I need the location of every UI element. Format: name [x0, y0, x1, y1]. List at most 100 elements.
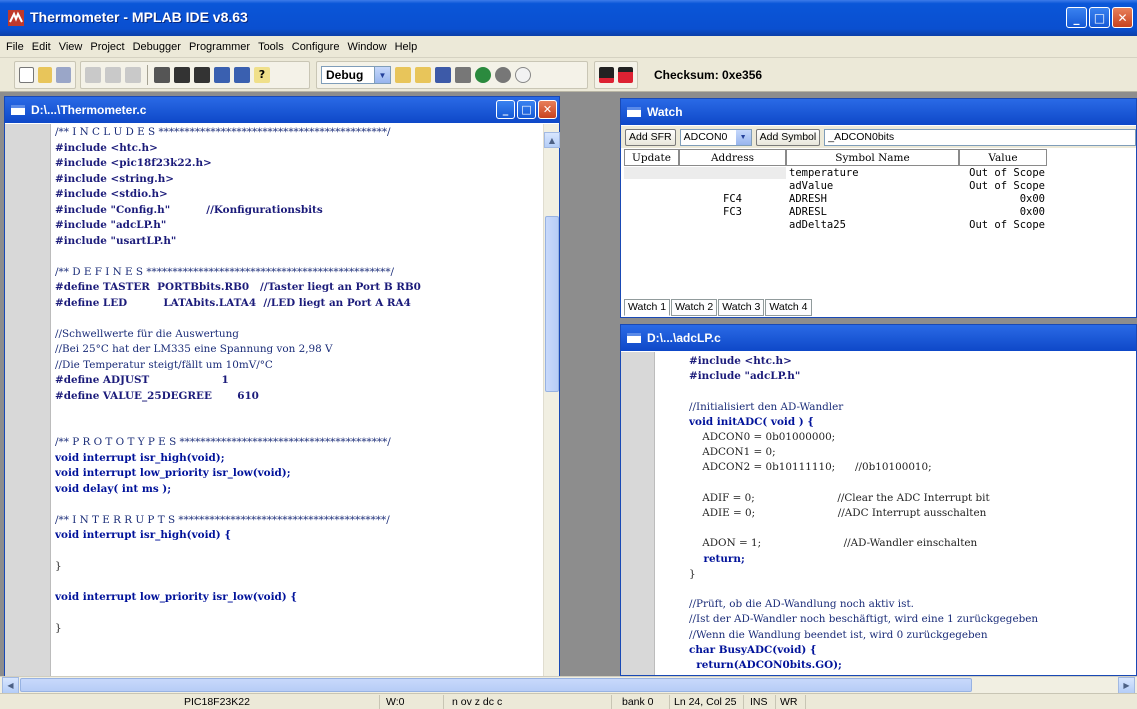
open-folder-icon[interactable] — [37, 67, 53, 83]
save-icon[interactable] — [56, 67, 71, 83]
paste-icon[interactable] — [125, 67, 141, 83]
document-window-icon — [11, 105, 25, 115]
column-header-symbol[interactable]: Symbol Name — [786, 149, 959, 166]
menu-programmer[interactable]: Programmer — [185, 39, 254, 55]
add-symbol-button[interactable]: Add Symbol — [755, 128, 821, 146]
editor-titlebar: D:\...\Thermometer.c _ □ ✕ — [5, 97, 559, 123]
make-icon[interactable] — [475, 67, 491, 83]
add-sfr-button[interactable]: Add SFR — [625, 128, 676, 146]
code-line: #include <htc.h> — [689, 355, 792, 367]
app-titlebar: Thermometer - MPLAB IDE v8.63 _ □ ✕ — [0, 0, 1137, 36]
find-icon[interactable] — [174, 67, 190, 83]
code-line: return(ADCON0bits.GO); — [689, 659, 842, 671]
code-line: /** D E F I N E S **********************… — [55, 265, 395, 278]
program-device-icon[interactable] — [599, 67, 614, 83]
help-icon[interactable]: ? — [254, 67, 270, 83]
code-line: //Die Temperatur steigt/fällt um 10mV/°C — [55, 358, 273, 371]
code-line: void interrupt isr_high(void) { — [55, 529, 231, 541]
scroll-up-arrow-icon[interactable]: ▲ — [544, 132, 560, 148]
code-line: //Ist der AD-Wandler noch beschäftigt, w… — [689, 613, 1039, 626]
horizontal-scrollbar[interactable]: ◀ ▶ — [0, 676, 1137, 694]
maximize-button[interactable]: □ — [1089, 7, 1110, 28]
menu-debugger[interactable]: Debugger — [129, 39, 185, 55]
menu-tools[interactable]: Tools — [254, 39, 288, 55]
new-file-icon[interactable] — [19, 67, 34, 83]
scroll-thumb[interactable] — [20, 678, 972, 692]
editor-window-controls: _ □ ✕ — [496, 100, 557, 119]
status-device: PIC18F23K22 — [0, 695, 380, 709]
open-project-icon[interactable] — [415, 67, 431, 83]
column-header-value[interactable]: Value — [959, 149, 1047, 166]
build-icon[interactable] — [455, 67, 471, 83]
mplab-logo-icon — [8, 10, 24, 26]
debug-toolbar-group — [594, 61, 638, 89]
code-line: #include <htc.h> — [55, 141, 158, 154]
document-window-icon — [627, 107, 641, 117]
code-line: void interrupt low_priority isr_low(void… — [55, 467, 291, 479]
tab-watch-4[interactable]: Watch 4 — [765, 299, 812, 316]
status-bar: PIC18F23K22 W:0 n ov z dc c bank 0 Ln 24… — [0, 693, 1137, 709]
scroll-right-arrow-icon[interactable]: ▶ — [1118, 677, 1135, 694]
menu-configure[interactable]: Configure — [288, 39, 344, 55]
code-line: } — [55, 622, 62, 634]
symbol-input[interactable]: _ADCON0bits — [824, 128, 1136, 146]
chevron-down-icon: ▼ — [374, 67, 390, 83]
close-button[interactable]: ✕ — [538, 100, 557, 119]
close-button[interactable]: ✕ — [1112, 7, 1133, 28]
tab-watch-2[interactable]: Watch 2 — [671, 299, 718, 316]
code-line: #define ADJUST 1 — [55, 374, 229, 386]
code-line: ADIF = 0; //Clear the ADC Interrupt bit — [689, 491, 990, 504]
find-in-files-icon[interactable] — [194, 67, 210, 83]
build-all-icon[interactable] — [495, 67, 511, 83]
sfr-select[interactable]: ADCON0 ▼ — [679, 128, 752, 146]
copy-icon[interactable] — [105, 67, 121, 83]
column-header-address[interactable]: Address — [679, 149, 786, 166]
code-line: #include "adcLP.h" — [689, 370, 801, 383]
watch-cell-address — [679, 180, 786, 193]
code-line: #include <stdio.h> — [55, 188, 168, 200]
scroll-thumb[interactable] — [545, 216, 559, 392]
read-device-icon[interactable] — [618, 67, 633, 83]
next-bookmark-icon[interactable] — [234, 67, 250, 83]
menu-window[interactable]: Window — [343, 39, 390, 55]
vertical-scrollbar[interactable]: ▲ — [543, 124, 560, 679]
status-flags: n ov z dc c — [444, 695, 612, 709]
print-icon[interactable] — [154, 67, 170, 83]
watch-titlebar: Watch — [621, 99, 1136, 125]
code-area[interactable]: #include <htc.h> #include "adcLP.h" //Init… — [689, 355, 1136, 675]
menu-file[interactable]: File — [2, 39, 28, 55]
code-line: #include "adcLP.h" — [55, 219, 167, 231]
code-line: //Prüft, ob die AD-Wandlung noch aktiv i… — [689, 598, 914, 611]
code-line: /** I N C L U D E S ********************… — [55, 126, 391, 138]
cut-icon[interactable] — [85, 67, 101, 83]
maximize-button[interactable]: □ — [517, 100, 536, 119]
tab-watch-3[interactable]: Watch 3 — [718, 299, 765, 316]
tab-watch-1[interactable]: Watch 1 — [624, 299, 671, 316]
code-line: ADIE = 0; //ADC Interrupt ausschalten — [689, 507, 987, 519]
code-line: #include <string.h> — [55, 172, 175, 185]
new-project-icon[interactable] — [395, 67, 411, 83]
build-config-select[interactable]: Debug ▼ — [321, 66, 391, 84]
editor-window-adclp: D:\...\adcLP.c #include <htc.h> #include … — [620, 324, 1137, 676]
code-area[interactable]: /** I N C L U D E S ********************… — [55, 126, 542, 679]
code-line: //Bei 25°C hat der LM335 eine Spannung v… — [55, 343, 333, 355]
info-icon[interactable] — [515, 67, 531, 83]
status-cursor-position: Ln 24, Col 25 — [670, 695, 744, 709]
code-line: /** I N T E R R U P T S ****************… — [55, 513, 390, 526]
editor-gutter[interactable] — [5, 124, 51, 679]
build-config-value: Debug — [326, 68, 364, 82]
minimize-button[interactable]: _ — [1066, 7, 1087, 28]
save-project-icon[interactable] — [435, 67, 451, 83]
code-line: /** P R O T O T Y P E S ****************… — [55, 436, 391, 448]
menu-project[interactable]: Project — [86, 39, 128, 55]
minimize-button[interactable]: _ — [496, 100, 515, 119]
scroll-left-arrow-icon[interactable]: ◀ — [2, 677, 19, 694]
menu-view[interactable]: View — [55, 39, 87, 55]
column-header-update[interactable]: Update — [624, 149, 679, 166]
bookmark-icon[interactable] — [214, 67, 230, 83]
watch-cell-address: FC4 — [723, 193, 742, 205]
status-writable: WR — [776, 695, 806, 709]
menu-help[interactable]: Help — [391, 39, 422, 55]
menu-edit[interactable]: Edit — [28, 39, 55, 55]
editor-gutter[interactable] — [621, 352, 655, 675]
